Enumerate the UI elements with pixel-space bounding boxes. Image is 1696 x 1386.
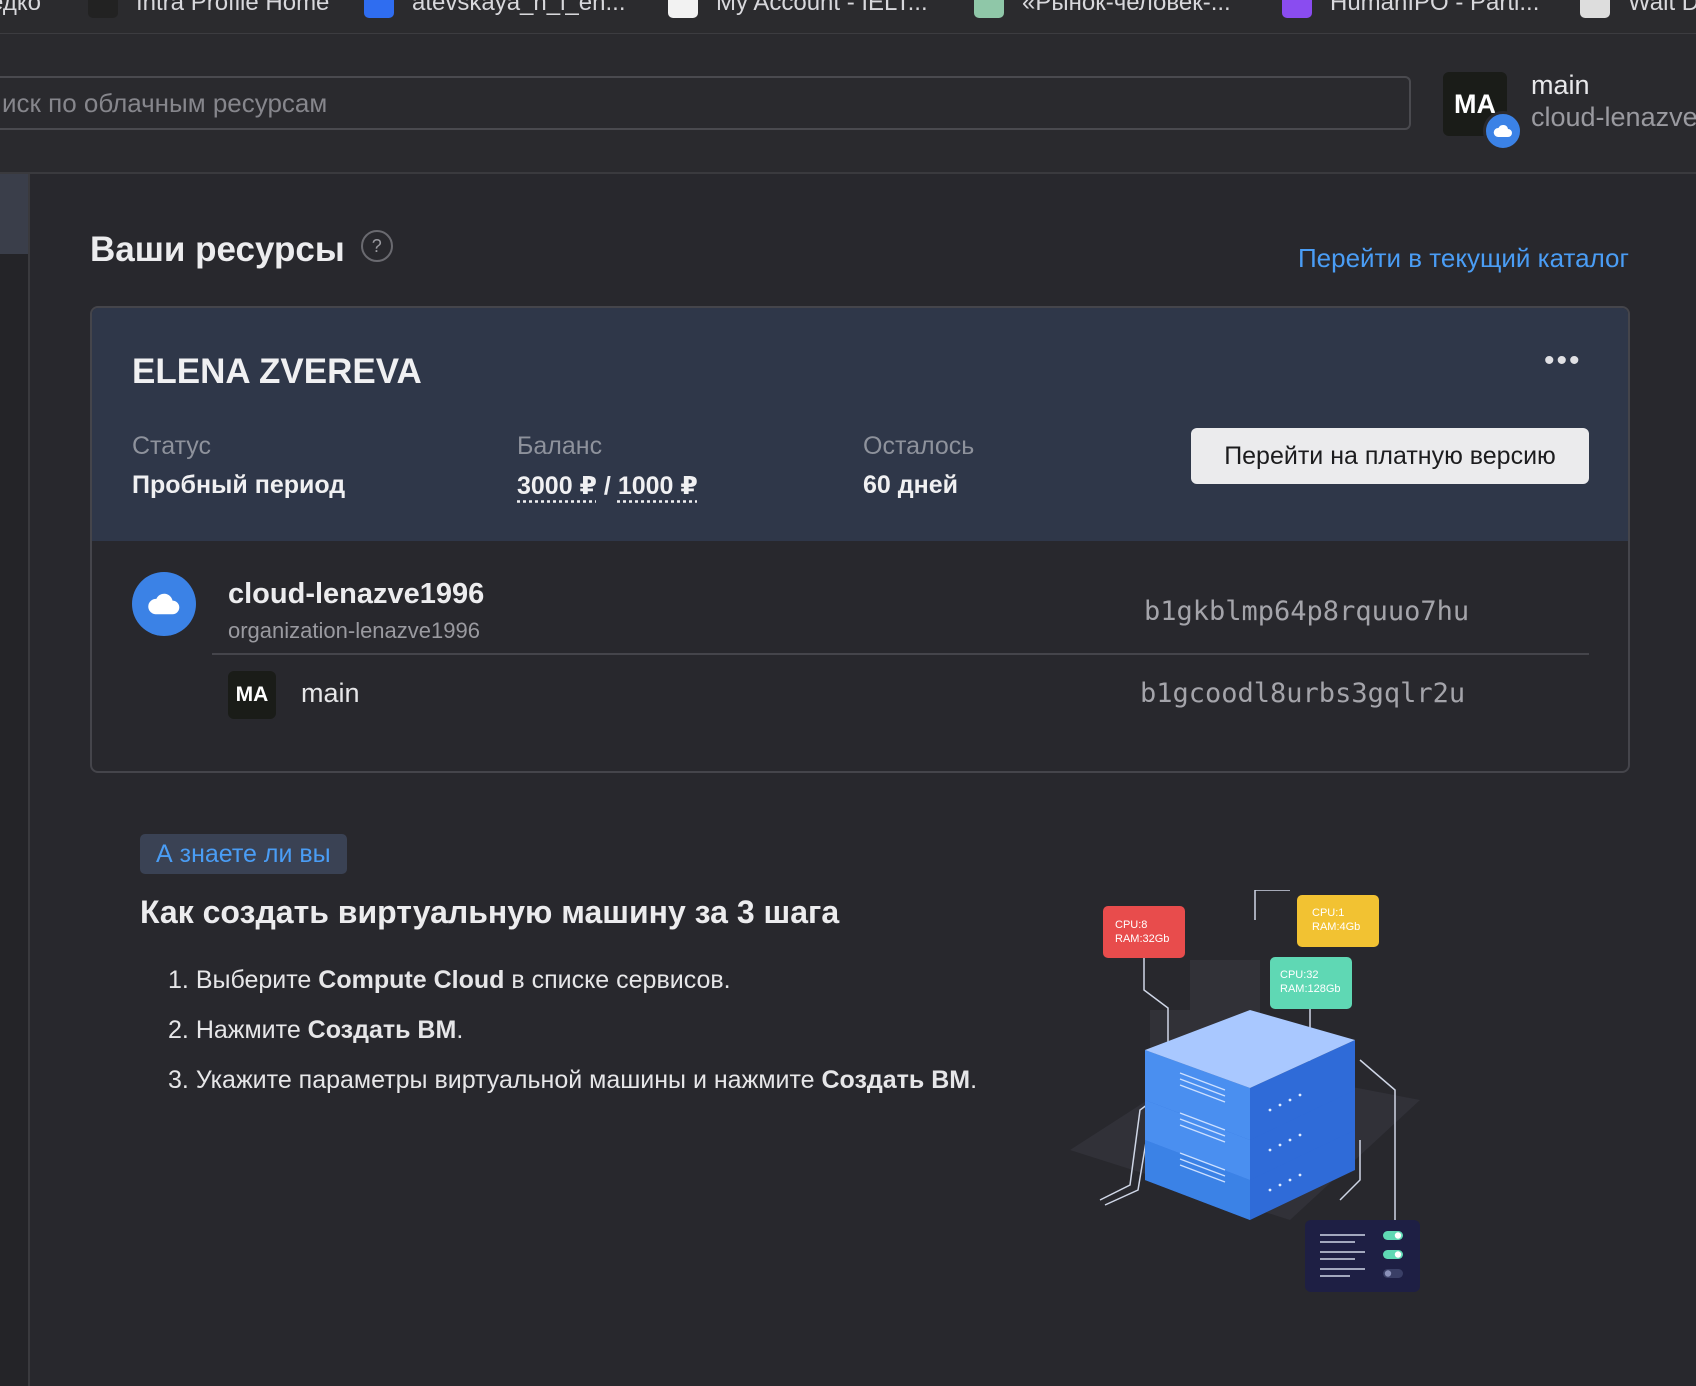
step-text: Укажите параметры виртуальной машины и н… [195, 1066, 822, 1094]
tip-step: 2. Нажмите Создать ВМ. [168, 1016, 977, 1045]
bookmarks-bar: едко Intra Profile Home atevskaya_n_i_en… [0, 0, 1696, 35]
search-box[interactable] [0, 76, 1411, 130]
status-label: Статус [132, 432, 212, 460]
bookmark-favicon-icon [1282, 0, 1312, 18]
bookmark-6[interactable]: Walt D [1580, 0, 1696, 18]
balance-amount[interactable]: 3000 ₽ [517, 472, 597, 500]
bookmark-label: «Рынок-человек-... [1022, 0, 1231, 16]
bookmark-label: HumanIPO - Parti... [1330, 0, 1540, 16]
tag-cpu32-line2: RAM:128Gb [1280, 983, 1341, 995]
tag-cpu32-line1: CPU:32 [1280, 969, 1319, 981]
remaining-block: Осталось 60 дней [863, 432, 974, 500]
upgrade-to-paid-button[interactable]: Перейти на платную версию [1191, 428, 1589, 484]
step-text: в списке сервисов. [504, 966, 731, 994]
step-text: . [456, 1016, 464, 1044]
balance-block: Баланс 3000 ₽ / 1000 ₽ [517, 432, 698, 501]
step-number: 1. [168, 966, 189, 994]
goto-current-folder-link[interactable]: Перейти в текущий каталог [1298, 243, 1629, 274]
step-number: 3. [168, 1066, 189, 1094]
balance-separator: / [596, 472, 618, 500]
step-text: . [970, 1066, 978, 1094]
account-name[interactable]: main [1531, 70, 1590, 101]
step-bold: Создать ВМ [307, 1016, 457, 1044]
bookmark-favicon-icon [88, 0, 118, 18]
bookmark-5[interactable]: HumanIPO - Parti... [1282, 0, 1539, 18]
tip-step: 3. Укажите параметры виртуальной машины … [168, 1066, 977, 1095]
organization-name: organization-lenazve1996 [228, 618, 480, 643]
tip-step: 1. Выберите Compute Cloud в списке серви… [168, 966, 977, 995]
step-number: 2. [168, 1016, 189, 1044]
bookmark-label: Walt D [1628, 0, 1696, 16]
bookmark-favicon-icon [668, 0, 698, 18]
page-header: Ваши ресурсы ? [90, 230, 393, 270]
tag-cpu1-line1: CPU:1 [1312, 907, 1344, 919]
billing-account-header: ELENA ZVEREVA ••• Статус Пробный период … [92, 308, 1628, 541]
bookmark-label: My Account - IELT... [716, 0, 928, 16]
did-you-know-badge: А знаете ли вы [140, 834, 347, 874]
remaining-value: 60 дней [863, 471, 958, 499]
divider [212, 653, 1589, 655]
bookmark-favicon-icon [364, 0, 394, 18]
folder-name[interactable]: main [301, 678, 360, 709]
status-block: Статус Пробный период [132, 432, 345, 500]
folder-id: b1gcoodl8urbs3gqlr2u [1140, 678, 1466, 709]
server-illustration: CPU:8 RAM:32Gb CPU:1 RAM:4Gb CPU:32 RAM:… [1070, 890, 1420, 1292]
bookmark-4[interactable]: «Рынок-человек-... [974, 0, 1231, 18]
cloud-id: b1gkblmp64p8rquuo7hu [1144, 596, 1470, 627]
step-bold: Compute Cloud [318, 966, 505, 994]
billing-account-name: ELENA ZVEREVA [132, 352, 422, 391]
balance-label: Баланс [517, 432, 603, 460]
bookmark-0[interactable]: едко [0, 0, 41, 18]
bookmark-3[interactable]: My Account - IELT... [668, 0, 928, 18]
resource-card: ELENA ZVEREVA ••• Статус Пробный период … [90, 306, 1630, 773]
bookmark-label: Intra Profile Home [136, 0, 330, 16]
cloud-icon [1483, 111, 1523, 151]
step-bold: Создать ВМ [821, 1066, 971, 1094]
bookmark-2[interactable]: atevskaya_n_i_en... [364, 0, 625, 18]
bookmark-favicon-icon [974, 0, 1004, 18]
sidebar [0, 174, 30, 1386]
balance-grant[interactable]: 1000 ₽ [618, 472, 698, 500]
top-header: MA main cloud-lenazve1996 [0, 34, 1696, 174]
more-menu-icon[interactable]: ••• [1544, 344, 1582, 378]
account-cloud[interactable]: cloud-lenazve1996 [1531, 102, 1696, 133]
help-icon[interactable]: ? [360, 230, 393, 262]
step-text: Выберите [195, 966, 319, 994]
bookmark-label: едко [0, 0, 41, 16]
folder-avatar: MA [228, 671, 276, 719]
tip-title: Как создать виртуальную машину за 3 шага [140, 894, 840, 930]
remaining-label: Осталось [863, 432, 975, 460]
search-input[interactable] [0, 78, 1409, 128]
tag-cpu1-line2: RAM:4Gb [1312, 921, 1360, 933]
cloud-name[interactable]: cloud-lenazve1996 [228, 578, 484, 611]
step-text: Нажмите [195, 1016, 308, 1044]
bookmark-favicon-icon [1580, 0, 1610, 18]
cloud-icon [132, 572, 196, 636]
status-value: Пробный период [132, 471, 346, 499]
bookmark-label: atevskaya_n_i_en... [412, 0, 626, 16]
sidebar-item-selected[interactable] [0, 174, 28, 254]
tag-cpu8-line2: RAM:32Gb [1115, 933, 1169, 945]
page-title: Ваши ресурсы [90, 230, 345, 269]
bookmark-1[interactable]: Intra Profile Home [88, 0, 329, 18]
balance-value: 3000 ₽ / 1000 ₽ [517, 471, 698, 501]
tip-steps: 1. Выберите Compute Cloud в списке серви… [168, 966, 977, 1116]
tag-cpu8-line1: CPU:8 [1115, 919, 1147, 931]
